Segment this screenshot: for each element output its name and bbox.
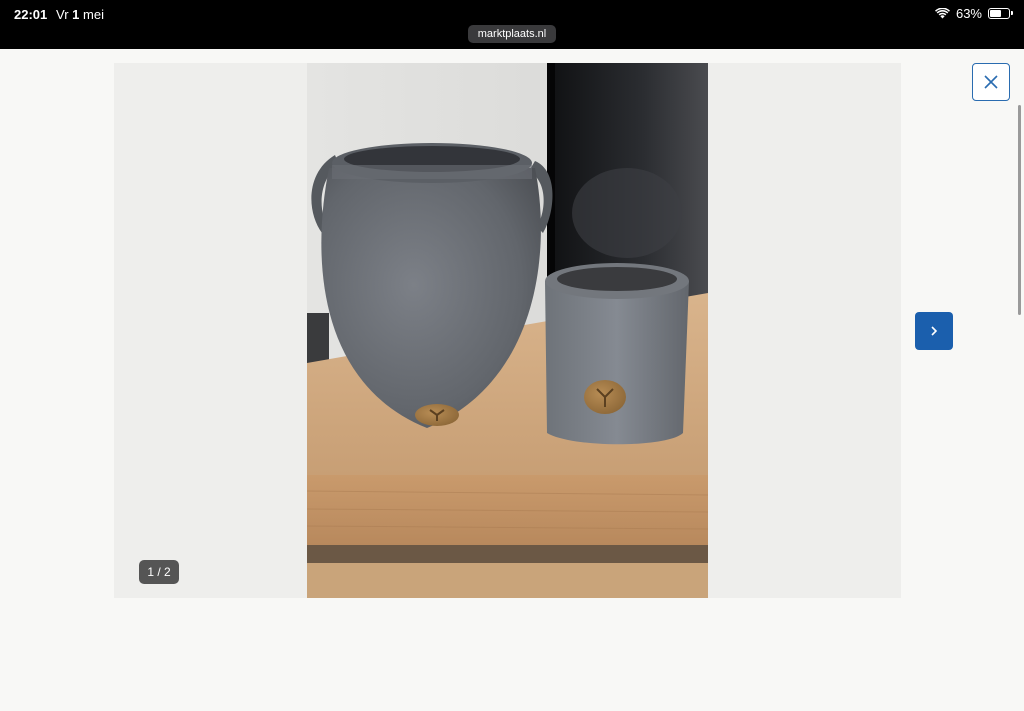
- chevron-right-icon: [931, 326, 938, 336]
- next-image-button[interactable]: [915, 312, 953, 350]
- status-date-weekday: Vr: [56, 7, 69, 22]
- url-bar[interactable]: marktplaats.nl: [468, 25, 556, 43]
- status-time: 22:01: [14, 7, 48, 22]
- battery-fill: [990, 10, 1001, 17]
- scrollbar[interactable]: [1018, 105, 1021, 315]
- wifi-icon: [934, 8, 950, 19]
- status-right: 63%: [934, 6, 1013, 21]
- status-bar: 22:01 Vr 1 mei 63% marktplaats.nl: [0, 0, 1024, 49]
- product-photo: [307, 63, 708, 598]
- close-button[interactable]: [972, 63, 1010, 101]
- close-icon: [984, 75, 998, 89]
- image-gallery[interactable]: 1 / 2: [114, 63, 901, 598]
- image-counter: 1 / 2: [139, 560, 179, 584]
- status-date-month: mei: [83, 7, 104, 22]
- battery-icon: [988, 8, 1013, 19]
- status-date: Vr 1 mei: [56, 7, 104, 22]
- status-date-day: 1: [72, 7, 80, 22]
- battery-percent: 63%: [955, 6, 982, 21]
